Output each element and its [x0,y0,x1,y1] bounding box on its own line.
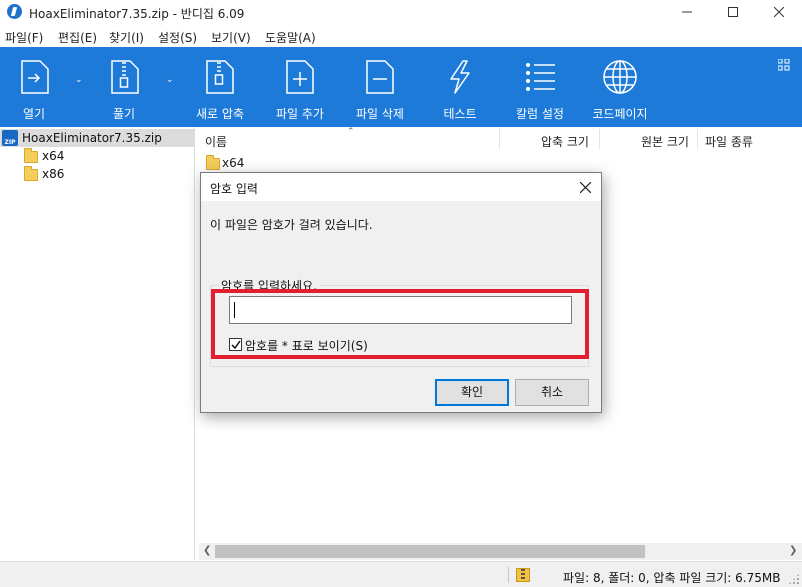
menu-view[interactable]: 보기(V) [211,29,251,46]
folder-icon [24,166,38,181]
delete-file-icon [366,60,394,94]
tree-item-x64[interactable]: x64 [22,147,182,165]
codepage-label: 코드페이지 [592,107,648,121]
dialog-title: 암호 입력 [210,182,258,196]
maximize-button[interactable] [710,0,756,24]
column-settings-button[interactable]: 칼럼 설정 [510,47,570,127]
horizontal-scrollbar[interactable]: ❮ ❯ [199,543,802,560]
open-label: 열기 [22,107,46,121]
delete-file-button[interactable]: 파일 삭제 [350,47,410,127]
window-title: HoaxEliminator7.35.zip - 반디집 6.09 [29,7,245,21]
status-text: 파일: 8, 폴더: 0, 압축 파일 크기: 6.75MB [563,571,781,585]
zip-file-icon [2,130,18,146]
menu-bar: 파일(F) 편집(E) 찾기(I) 설정(S) 보기(V) 도움말(A) [0,25,802,47]
tree-item-x86[interactable]: x86 [22,165,182,183]
open-button[interactable]: 열기 [6,47,62,127]
status-divider [508,567,509,583]
column-header-original-size[interactable]: 원본 크기 [641,133,689,157]
close-icon [774,7,784,17]
sort-ascending-icon: ⌃ [347,127,355,137]
file-row-name: x64 [222,156,245,170]
minimize-button[interactable] [664,0,710,24]
toolbar: 열기 ⌄ 풀기 ⌄ 새로 압축 파일 추가 파일 삭제 테스트 칼럼 설정 코드… [0,47,802,127]
column-header-compressed-size[interactable]: 압축 크기 [541,133,589,157]
add-file-button[interactable]: 파일 추가 [270,47,330,127]
close-button[interactable] [756,0,802,24]
tree-root-label: HoaxEliminator7.35.zip [22,131,162,145]
tree-item-label: x64 [42,149,65,163]
add-file-label: 파일 추가 [276,107,324,121]
dialog-message: 이 파일은 암호가 걸려 있습니다. [210,218,373,232]
folder-tree: HoaxEliminator7.35.zip x64 x86 [0,127,195,560]
title-bar: HoaxEliminator7.35.zip - 반디집 6.09 [0,0,802,24]
open-icon [21,60,49,94]
cancel-button[interactable]: 취소 [515,379,589,406]
extract-button[interactable]: 풀기 [96,47,152,127]
dialog-close-button[interactable] [573,177,597,197]
extract-label: 풀기 [112,107,136,121]
delete-file-label: 파일 삭제 [356,107,404,121]
archive-status-icon [516,568,530,582]
new-archive-icon [206,60,234,94]
resize-grip-icon[interactable] [788,573,800,585]
scrollbar-thumb[interactable] [215,545,645,558]
menu-file[interactable]: 파일(F) [5,29,43,46]
menu-find[interactable]: 찾기(I) [109,29,144,46]
bandizip-app-icon [7,4,22,19]
column-divider[interactable] [499,129,500,149]
globe-icon [603,60,637,94]
folder-icon [206,155,220,170]
extract-zip-icon [111,60,139,94]
list-settings-icon [526,63,555,91]
menu-help[interactable]: 도움말(A) [265,29,316,46]
dialog-body: 이 파일은 암호가 걸려 있습니다. 암호를 입력하세요. 암호를 * 표로 보… [201,201,601,412]
test-button[interactable]: 테스트 [436,47,484,127]
status-bar: 파일: 8, 폴더: 0, 압축 파일 크기: 6.75MB [0,561,802,587]
close-icon [580,182,591,193]
bandizip-window: HoaxEliminator7.35.zip - 반디집 6.09 파일(F) … [0,0,802,587]
dialog-title-bar: 암호 입력 [201,173,601,201]
scroll-right-arrow-icon[interactable]: ❯ [789,545,797,556]
extract-dropdown-chevron-icon[interactable]: ⌄ [166,75,174,85]
open-dropdown-chevron-icon[interactable]: ⌄ [75,75,83,85]
file-row[interactable]: x64 [199,153,399,171]
layout-grid-icon[interactable] [778,59,790,71]
ok-button[interactable]: 확인 [435,379,509,406]
tree-item-label: x86 [42,167,65,181]
new-archive-button[interactable]: 새로 압축 [191,47,249,127]
tree-item-archive-root[interactable]: HoaxEliminator7.35.zip [0,129,194,147]
column-divider[interactable] [599,129,600,149]
column-header-file-type[interactable]: 파일 종류 [705,133,753,157]
codepage-button[interactable]: 코드페이지 [588,47,652,127]
lightning-icon [450,60,470,94]
add-file-icon [286,60,314,94]
new-archive-label: 새로 압축 [196,107,244,121]
folder-icon [24,148,38,163]
scroll-left-arrow-icon[interactable]: ❮ [203,545,211,556]
test-label: 테스트 [443,107,477,121]
column-divider[interactable] [697,129,698,149]
maximize-icon [728,7,738,17]
minimize-icon [682,11,692,13]
annotation-highlight-box [211,289,589,359]
column-settings-label: 칼럼 설정 [516,107,564,121]
menu-settings[interactable]: 설정(S) [158,29,197,46]
menu-edit[interactable]: 편집(E) [58,29,97,46]
password-dialog: 암호 입력 이 파일은 암호가 걸려 있습니다. 암호를 입력하세요. 암호를 … [200,172,602,413]
